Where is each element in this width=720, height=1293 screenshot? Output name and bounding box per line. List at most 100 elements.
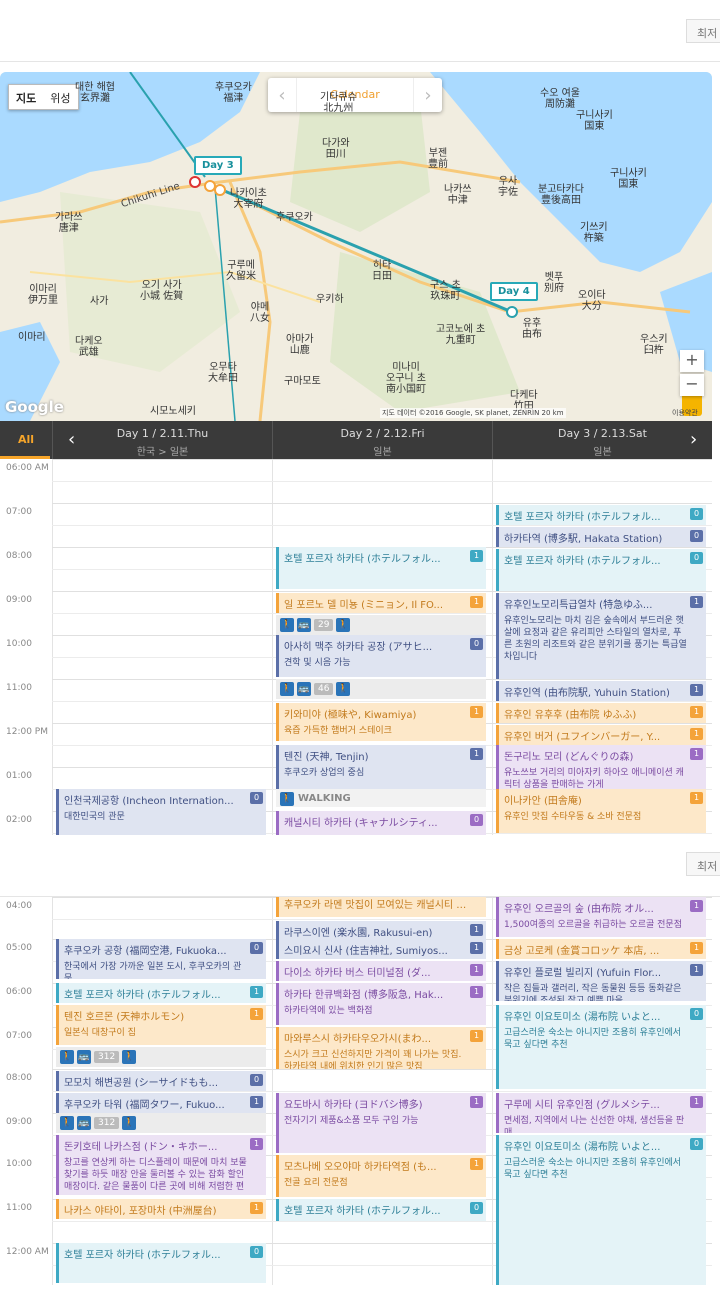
transport-segment[interactable]: 🚶 🚌 312 🚶 <box>56 1047 266 1067</box>
map-type-satellite[interactable]: 위성 <box>43 85 77 109</box>
schedule-event[interactable]: 스미요시 신사 (住吉神社, Sumiyos... 1 <box>276 939 486 959</box>
schedule-event[interactable]: 모츠나베 오오야마 하카타역점 (も... 1 전골 요리 전문점 <box>276 1155 486 1197</box>
time-label: 07:00 <box>6 1031 32 1041</box>
schedule-event[interactable]: 호텔 포르자 하카타 (ホテルフォル... 0 <box>496 505 706 525</box>
event-title: 호텔 포르자 하카타 (ホテルフォル... <box>284 554 441 565</box>
schedule-event[interactable]: 이나카안 (田舎庵) 1 유후인 맛집 수타우동 & 소바 전문점 <box>496 789 706 833</box>
schedule-event[interactable]: 유후인 이요토미소 (湯布院 いよと... 0 고급스러운 숙소는 아니지만 조용히… <box>496 1005 706 1089</box>
event-title: 요도바시 하카타 (ヨドバシ博多) <box>284 1100 423 1111</box>
schedule-event[interactable]: 일 포르노 델 미뇽 (ミニョン, Il FO... 1 <box>276 593 486 613</box>
schedule-event[interactable]: 나카스 야타이, 포장마차 (中洲屋台) 1 <box>56 1199 266 1219</box>
day-column-header-3[interactable]: Day 3 / 2.13.Sat 일본 <box>492 421 712 459</box>
event-description: 후쿠오카 상업의 중심 <box>284 768 365 778</box>
map-label: 후쿠오카 <box>276 212 313 223</box>
event-badge: 1 <box>690 596 703 608</box>
schedule-event[interactable]: 하카타역 (博多駅, Hakata Station) 0 <box>496 527 706 547</box>
transport-segment[interactable]: 🚶 🚌 29 🚶 <box>276 615 486 635</box>
event-description: 면세점, 지역에서 나는 신선한 야채, 생선등을 판매 <box>504 1116 685 1133</box>
schedule-event[interactable]: 마와루스시 하카타우오가시(まわ... 1 스시가 크고 신선하지만 가격이 꽤 나… <box>276 1027 486 1069</box>
zoom-out-button[interactable]: − <box>680 374 704 396</box>
schedule-event[interactable]: 돈구리노 모리 (どんぐりの森) 1 유노쓰보 거리의 미아자키 하아오 애니메이션… <box>496 745 706 789</box>
calendar-prev-icon[interactable]: ‹ <box>268 85 296 106</box>
schedule-event[interactable]: 유후인 유후후 (由布院 ゆふふ) 1 <box>496 703 706 723</box>
schedule-event[interactable]: 유후인 버거 (ユフインバーガー, Y... 1 <box>496 725 706 745</box>
schedule-event[interactable]: 모모치 해변공원 (シーサイドもも... 0 <box>56 1071 266 1091</box>
day-column-header-2[interactable]: Day 2 / 2.12.Fri 일본 <box>272 421 492 459</box>
schedule-event[interactable]: 라쿠스이엔 (楽水園, Rakusui-en) 1 <box>276 921 486 941</box>
map-label: 오이타 大分 <box>578 290 606 312</box>
event-badge: 1 <box>470 550 483 562</box>
map-type-toggle[interactable]: 지도 위성 <box>8 84 79 110</box>
walk-icon: 🚶 <box>280 682 294 696</box>
walk-icon: 🚶 <box>122 1050 137 1064</box>
map-label: 고코노에 초 九重町 <box>436 324 486 346</box>
schedule-event[interactable]: 다이소 하카타 버스 터미널점 (ダ... 1 <box>276 961 486 981</box>
latest-button[interactable]: 최저 <box>686 19 720 43</box>
latest-button[interactable]: 최저 <box>686 852 720 876</box>
day-pin-day4[interactable]: Day 4 <box>490 282 538 301</box>
top-bar: 최저 <box>0 0 720 62</box>
walking-segment[interactable]: 🚶 WALKING <box>276 789 486 807</box>
schedule-event[interactable]: 호텔 포르자 하카타 (ホテルフォル... 1 <box>276 547 486 589</box>
schedule-event[interactable]: 하카타 한큐백화점 (博多阪急, Hak... 1 하카타역에 있는 백화점 <box>276 983 486 1025</box>
schedule-event[interactable]: 호텔 포르자 하카타 (ホテルフォル... 0 <box>56 1243 266 1283</box>
schedule-event[interactable]: 후쿠오카 공항 (福岡空港, Fukuoka... 0 한국에서 가장 가까운 일본… <box>56 939 266 979</box>
all-days-tab[interactable]: All <box>0 421 50 459</box>
map-view[interactable]: 지도 위성 ‹ Calendar › 대한 해협 玄界灘 후쿠오카 福津 다가와 田川… <box>0 72 712 421</box>
schedule-event[interactable]: 후쿠오카 라멘 맛집이 모여있는 캐널시티 라멘스타디움 <box>276 897 486 917</box>
schedule-event[interactable]: 후쿠오카 타워 (福岡タワー, Fukuo... 1 <box>56 1093 266 1113</box>
map-label: 아마가 山鹿 <box>286 334 314 356</box>
event-badge: 0 <box>250 1246 263 1258</box>
schedule-event[interactable]: 텐진 (天神, Tenjin) 1 후쿠오카 상업의 중심 <box>276 745 486 789</box>
event-title: 캐널시티 하카타 (キャナルシティ... <box>284 818 438 829</box>
schedule-event[interactable]: 인천국제공항 (Incheon Internation... 0 대한민국의 관문 <box>56 789 266 835</box>
event-description: 일본식 대창구이 집 <box>64 1028 136 1038</box>
half-hour-line <box>52 701 712 702</box>
schedule-event[interactable]: 유후인 오르골의 숲 (由布院 オル... 1 1,500여종의 오르골을 취급하는… <box>496 897 706 937</box>
schedule-event[interactable]: 요도바시 하카타 (ヨドバシ博多) 1 전자기기 제품&소품 모두 구입 가능 <box>276 1093 486 1153</box>
map-label: 대한 해협 玄界灘 <box>75 82 115 104</box>
event-description: 대한민국의 관문 <box>64 812 125 822</box>
schedule-event[interactable]: 호텔 포르자 하카타 (ホテルフォル... 0 <box>496 549 706 591</box>
map-label: 구니사키 国東 <box>576 110 613 132</box>
time-label: 06:00 <box>6 987 32 997</box>
day-column-header-1[interactable]: Day 1 / 2.11.Thu 한국 > 일본 <box>52 421 272 459</box>
zoom-in-button[interactable]: + <box>680 350 704 372</box>
event-badge: 1 <box>690 748 703 760</box>
schedule-event[interactable]: 키와미야 (極味や, Kiwamiya) 1 육즙 가득한 햄버거 스테이크 <box>276 703 486 741</box>
schedule-event[interactable]: 돈키호테 나카스점 (ドン・キホー... 1 창고를 연상케 하는 디스플레이 때문… <box>56 1135 266 1195</box>
next-day-icon[interactable]: › <box>690 429 697 450</box>
bus-icon: 🚌 <box>77 1050 91 1064</box>
map-type-map[interactable]: 지도 <box>9 85 43 109</box>
event-title: 아사히 맥주 하카타 공장 (アサヒ... <box>284 642 433 653</box>
schedule-event[interactable]: 구루메 시티 유후인점 (グルメシテ... 1 면세점, 지역에서 나는 신선한 야… <box>496 1093 706 1133</box>
transport-segment[interactable]: 🚶 🚌 312 🚶 <box>56 1113 266 1133</box>
event-badge: 1 <box>470 964 483 976</box>
schedule-event[interactable]: 캐널시티 하카타 (キャナルシティ... 0 <box>276 811 486 835</box>
schedule-event[interactable]: 아사히 맥주 하카타 공장 (アサヒ... 0 견학 및 시음 가능 <box>276 635 486 677</box>
walk-icon: 🚶 <box>280 792 294 806</box>
schedule-event[interactable]: 텐진 호르몬 (天神ホルモン) 1 일본식 대창구이 집 <box>56 1005 266 1045</box>
day-pin-day3[interactable]: Day 3 <box>194 156 242 175</box>
event-title: 키와미야 (極味や, Kiwamiya) <box>284 710 417 721</box>
map-terms-link[interactable]: 이용약관 <box>672 408 698 418</box>
schedule-event[interactable]: 금상 고로케 (金賞コロッケ 本店, ... 1 <box>496 939 706 959</box>
event-badge: 0 <box>470 1202 483 1214</box>
schedule-event[interactable]: 유후인 플로럴 빌리지 (Yufuin Flor... 1 작은 집들과 갤러리, … <box>496 961 706 1001</box>
schedule-event[interactable]: 호텔 포르자 하카타 (ホテルフォル... 0 <box>276 1199 486 1221</box>
event-title: 유후인 플로럴 빌리지 (Yufuin Flor... <box>504 968 662 979</box>
schedule-event[interactable]: 유후인노모리특급열차 (特急ゆふ... 1 유후인노모리는 마치 김은 숲속에서 부… <box>496 593 706 679</box>
schedule-event[interactable]: 유후인 이요토미소 (湯布院 いよと... 0 고급스러운 숙소는 아니지만 조용히… <box>496 1135 706 1285</box>
schedule-event[interactable]: 호텔 포르자 하카타 (ホテルフォル... 1 <box>56 983 266 1003</box>
event-badge: 0 <box>250 1074 263 1086</box>
transport-segment[interactable]: 🚶 🚌 46 🚶 <box>276 679 486 699</box>
schedule-event[interactable]: 유후인역 (由布院駅, Yuhuin Station) 1 <box>496 681 706 701</box>
event-badge: 1 <box>690 964 703 976</box>
half-hour-line <box>52 481 712 482</box>
calendar-next-icon[interactable]: › <box>414 85 442 106</box>
time-label: 12:00 PM <box>6 727 48 737</box>
map-label: 구마모토 <box>284 376 321 387</box>
event-title: 호텔 포르자 하카타 (ホテルフォル... <box>64 1250 221 1261</box>
hour-line <box>52 459 712 460</box>
time-label: 11:00 <box>6 1203 32 1213</box>
